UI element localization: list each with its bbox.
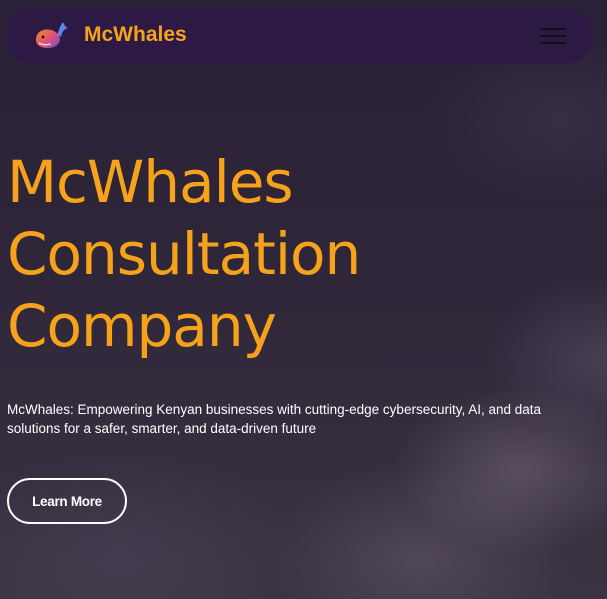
hero-description: McWhales: Empowering Kenyan businesses w… — [7, 402, 542, 436]
whale-logo-icon[interactable] — [33, 18, 69, 54]
menu-line — [540, 35, 566, 37]
brand-name[interactable]: McWhales — [84, 22, 187, 48]
hero-title-line: McWhales — [7, 148, 294, 216]
hero-title: McWhales Consultation Company — [7, 146, 361, 362]
hero-title-line: Company — [7, 292, 277, 360]
menu-line — [540, 28, 566, 30]
page: McWhales McWhales Consultation Company M… — [0, 0, 607, 599]
learn-more-button[interactable]: Learn More — [7, 478, 127, 524]
hamburger-menu-icon[interactable] — [540, 27, 566, 45]
navbar: McWhales — [6, 8, 593, 64]
menu-line — [540, 42, 566, 44]
hero-title-line: Consultation — [7, 220, 361, 288]
